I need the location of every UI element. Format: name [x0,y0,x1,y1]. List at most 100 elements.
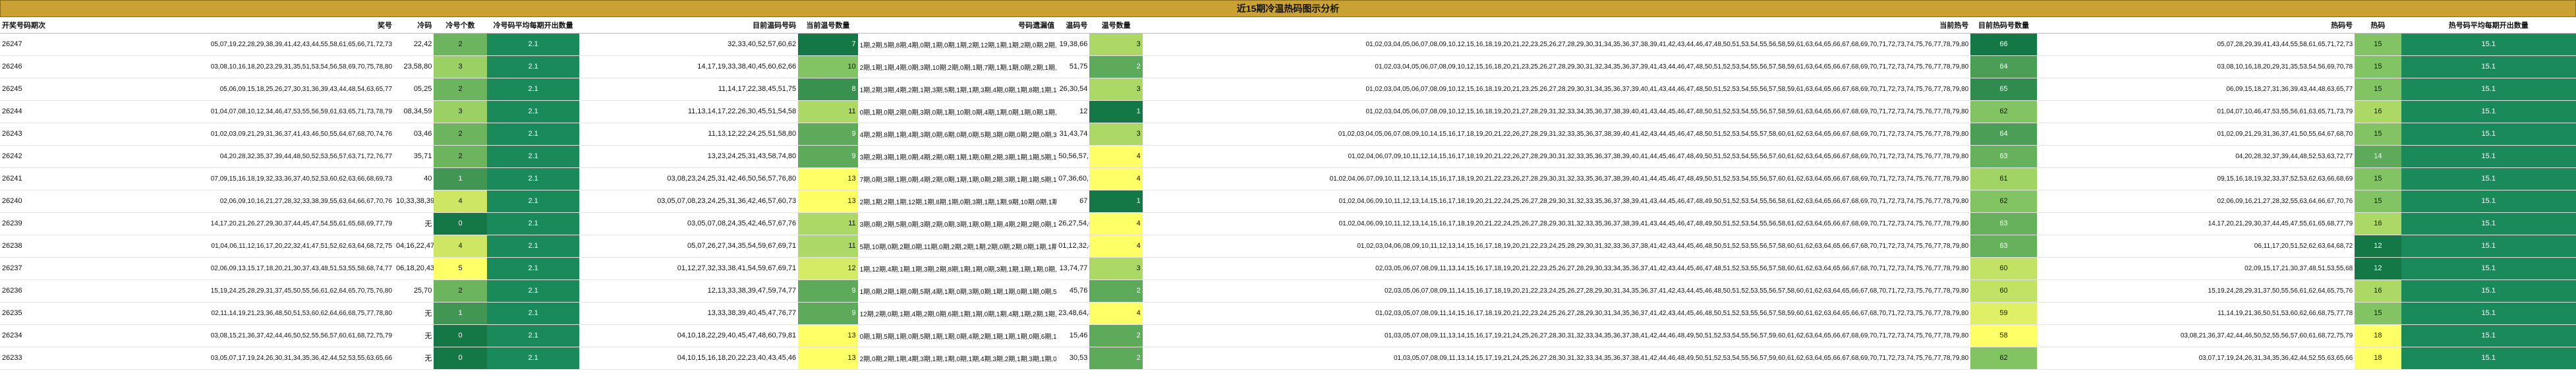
hot-now-cell: 01,02,03,04,06,08,09,10,11,12,13,14,15,1… [1142,235,1971,258]
draw-cell: 01,04,06,11,12,16,17,20,22,32,41,47,51,5… [63,235,395,258]
draw-cell: 01,02,03,09,21,29,31,36,37,41,43,46,50,5… [63,123,395,146]
period-cell: 26238 [0,235,63,258]
warm-codes-cell: 13,23,24,25,31,43,58,74,80 [579,145,799,168]
warm-num-count-cell: 3 [1089,78,1143,101]
cold-count-cell: 4 [434,235,487,258]
warm-nums-cell: 15,46 [1056,324,1090,347]
period-cell: 26239 [0,212,63,235]
cold-count-cell: 2 [434,279,487,303]
omission-cell: 0期,1期,0期,2期,0期,3期,0期,1期,10期,0期,4期,1期,0期,… [857,100,1057,123]
col-period-header: 开奖号码期次 [0,17,63,34]
hot-cell: 14 [2355,145,2401,168]
hot-count-cell: 63 [1970,145,2037,168]
hot-codes-cell: 01,02,09,21,29,31,36,37,41,50,55,64,67,6… [2036,123,2355,146]
warm-num-count-cell: 2 [1089,55,1143,78]
omission-cell: 1期,2期,3期,4期,2期,1期,3期,5期,1期,1期,3期,4期,0期,1… [857,78,1057,101]
table-row: 26233 03,05,07,17,19,24,26,30,31,34,35,36… [0,347,2576,370]
col-hot-header: 热码 [2355,17,2401,34]
hot-avg-cell: 15.1 [2401,235,2576,258]
cold-cell: 22,42 [394,33,434,56]
cold-cell: 25,70 [394,279,434,303]
warm-count-cell: 12 [798,257,858,280]
warm-num-count-cell: 3 [1089,33,1143,56]
warm-num-count-cell: 3 [1089,257,1143,280]
cold-count-cell: 4 [434,190,487,213]
draw-cell: 05,07,19,22,28,29,38,39,41,42,43,44,55,5… [63,33,395,56]
period-cell: 26242 [0,145,63,168]
period-cell: 26234 [0,324,63,347]
page-title: 近15期冷温热码图示分析 [0,0,2576,17]
hot-cell: 18 [2355,324,2401,347]
warm-nums-cell: 31,43,74 [1056,123,1090,146]
hot-now-cell: 01,03,05,07,08,09,11,13,14,15,16,17,19,2… [1142,324,1971,347]
warm-nums-cell: 23,48,64,80 [1056,302,1090,325]
warm-nums-cell: 26,30,54 [1056,78,1090,101]
hot-count-cell: 60 [1970,257,2037,280]
cold-cell: 05,25 [394,78,434,101]
hot-count-cell: 66 [1970,33,2037,56]
hot-cell: 16 [2355,212,2401,235]
hot-avg-cell: 15.1 [2401,347,2576,370]
cold-avg-cell: 2.1 [486,257,580,280]
col-hot-now-header: 当前热号 [1142,17,1971,34]
warm-codes-cell: 11,13,12,22,24,25,51,58,80 [579,123,799,146]
warm-codes-cell: 05,07,26,27,34,35,54,59,67,69,71 [579,235,799,258]
period-cell: 26245 [0,78,63,101]
table-row: 26235 02,11,14,19,21,23,36,48,50,51,53,60… [0,302,2576,325]
cold-count-cell: 3 [434,55,487,78]
hot-count-cell: 62 [1970,347,2037,370]
cold-avg-cell: 2.1 [486,55,580,78]
hot-now-cell: 01,02,03,04,05,06,07,08,09,10,12,15,16,1… [1142,78,1971,101]
warm-num-count-cell: 2 [1089,279,1143,303]
analysis-table: 开奖号码期次 奖号 冷码 冷号个数 冷号码平均每期开出数量 目前温码号码 当前温… [0,17,2576,370]
cold-count-cell: 1 [434,167,487,190]
omission-cell: 2期,1期,2期,1期,12期,1期,8期,1期,0期,3期,1期,1期,9期,… [857,190,1057,213]
warm-nums-cell: 12 [1056,100,1090,123]
cold-cell: 06,18,20,43,58 [394,257,434,280]
hot-now-cell: 01,02,04,06,09,10,11,12,13,14,15,16,17,1… [1142,190,1971,213]
warm-nums-cell: 01,12,32,41 [1056,235,1090,258]
warm-num-count-cell: 1 [1089,190,1143,213]
cold-count-cell: 0 [434,347,487,370]
hot-avg-cell: 15.1 [2401,279,2576,303]
cold-count-cell: 2 [434,145,487,168]
warm-codes-cell: 32,33,40,52,57,60,62 [579,33,799,56]
table-row: 26247 05,07,19,22,28,29,38,39,41,42,43,44… [0,33,2576,56]
warm-num-count-cell: 1 [1089,100,1143,123]
warm-count-cell: 13 [798,324,858,347]
warm-count-cell: 13 [798,347,858,370]
hot-cell: 15 [2355,33,2401,56]
hot-codes-cell: 06,11,17,20,51,52,62,63,64,68,72 [2036,235,2355,258]
hot-cell: 18 [2355,347,2401,370]
warm-num-count-cell: 4 [1089,167,1143,190]
hot-codes-cell: 03,07,17,19,24,26,31,34,35,36,42,44,52,5… [2036,347,2355,370]
warm-codes-cell: 11,13,14,17,22,26,30,45,51,54,58 [579,100,799,123]
cold-cell: 08,34,59 [394,100,434,123]
table-body: 26247 05,07,19,22,28,29,38,39,41,42,43,44… [0,33,2576,370]
hot-cell: 16 [2355,100,2401,123]
period-cell: 26241 [0,167,63,190]
omission-cell: 2期,0期,2期,1期,4期,3期,1期,1期,0期,1期,4期,3期,2期,1… [857,347,1057,370]
draw-cell: 07,09,15,16,18,19,32,33,36,37,40,52,53,6… [63,167,395,190]
warm-num-count-cell: 2 [1089,347,1143,370]
warm-nums-cell: 51,75 [1056,55,1090,78]
hot-cell: 15 [2355,302,2401,325]
warm-count-cell: 9 [798,302,858,325]
cold-cell: 无 [394,302,434,325]
table-row: 26245 05,06,09,15,18,25,26,27,30,31,36,39… [0,78,2576,101]
hot-count-cell: 62 [1970,190,2037,213]
omission-cell: 1期,2期,5期,8期,4期,0期,1期,0期,1期,2期,12期,1期,1期,… [857,33,1057,56]
cold-cell: 10,33,38,39 [394,190,434,213]
cold-count-cell: 2 [434,123,487,146]
cold-avg-cell: 2.1 [486,347,580,370]
warm-count-cell: 9 [798,145,858,168]
hot-codes-cell: 11,14,19,21,36,50,51,53,60,62,66,68,75,7… [2036,302,2355,325]
warm-codes-cell: 04,10,15,16,18,20,22,23,40,43,45,46 [579,347,799,370]
warm-codes-cell: 01,12,27,32,33,38,41,54,59,67,69,71 [579,257,799,280]
warm-count-cell: 11 [798,100,858,123]
warm-codes-cell: 14,17,19,33,38,40,45,60,62,66 [579,55,799,78]
draw-cell: 03,05,07,17,19,24,26,30,31,34,35,36,42,4… [63,347,395,370]
hot-avg-cell: 15.1 [2401,78,2576,101]
hot-cell: 15 [2355,167,2401,190]
warm-count-cell: 10 [798,55,858,78]
